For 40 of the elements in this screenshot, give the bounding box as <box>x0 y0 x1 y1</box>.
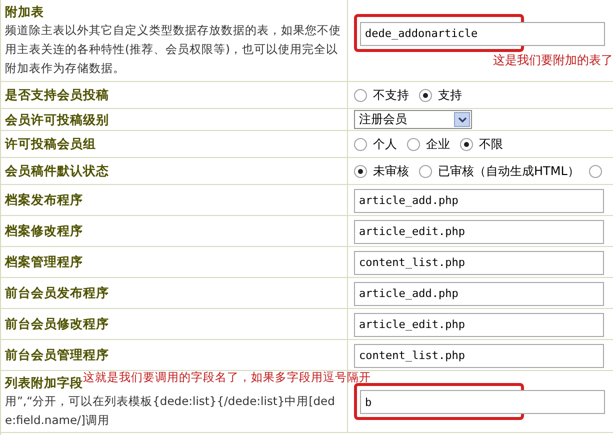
radio-label: 未审核 <box>373 163 409 180</box>
text-field[interactable]: article_edit.php <box>354 220 604 244</box>
radio-label: 不限 <box>479 136 503 153</box>
radio-label: 不支持 <box>373 87 409 104</box>
text-field[interactable]: b <box>360 390 605 414</box>
field-label: 档案修改程序 <box>5 222 83 240</box>
field-label: 前台会员修改程序 <box>5 315 109 333</box>
field-label: 会员许可投稿级别 <box>5 110 109 128</box>
text-field[interactable]: article_add.php <box>354 188 604 213</box>
radio-button[interactable] <box>407 138 420 150</box>
field-label: 是否支持会员投稿 <box>5 86 109 104</box>
radio-button[interactable] <box>589 164 602 178</box>
radio-button[interactable] <box>460 138 473 150</box>
text-field[interactable]: article_add.php <box>354 282 604 306</box>
field-label: 前台会员管理程序 <box>5 346 109 364</box>
text-field[interactable]: article_edit.php <box>354 312 604 337</box>
radio-button[interactable] <box>419 88 432 102</box>
field-description: 用”,“分开，可以在列表模板{dede:list}{/dede:list}中用[dede:field.name/]调用 <box>5 392 336 428</box>
radio-label: 企业 <box>426 136 450 153</box>
text-field[interactable]: content_list.php <box>354 344 604 368</box>
radio-button[interactable] <box>354 164 367 178</box>
field-label: 会员稿件默认状态 <box>5 162 109 180</box>
annotation: 这就是我们要调用的字段名了，如果多字段用逗号隔开 <box>83 370 371 384</box>
annotation: 这是我们要附加的表了 <box>493 52 613 67</box>
field-label: 档案发布程序 <box>5 191 83 209</box>
field-label: 档案管理程序 <box>5 253 83 271</box>
radio-button[interactable] <box>419 164 432 178</box>
select-field[interactable]: 注册会员 <box>354 110 472 129</box>
radio-button[interactable] <box>354 138 367 150</box>
text-field[interactable]: dede_addonarticle <box>360 22 605 46</box>
field-description: 频道除主表以外其它自定义类型数据存放数据的表，如果您不使用主表关连的各种特性(推荐、会员权限等)，也可以使用完全以附加表作为存储数据。 <box>5 22 342 77</box>
field-label: 列表附加字段 <box>5 374 83 392</box>
radio-label: 个人 <box>373 136 397 153</box>
field-label: 附加表 <box>5 3 44 21</box>
radio-button[interactable] <box>354 88 367 102</box>
field-label: 许可投稿会员组 <box>5 135 96 153</box>
radio-label: 已审核（自动生成HTML） <box>438 163 580 180</box>
text-field[interactable]: content_list.php <box>354 250 604 275</box>
radio-label: 支持 <box>438 87 462 104</box>
field-label: 前台会员发布程序 <box>5 284 109 302</box>
